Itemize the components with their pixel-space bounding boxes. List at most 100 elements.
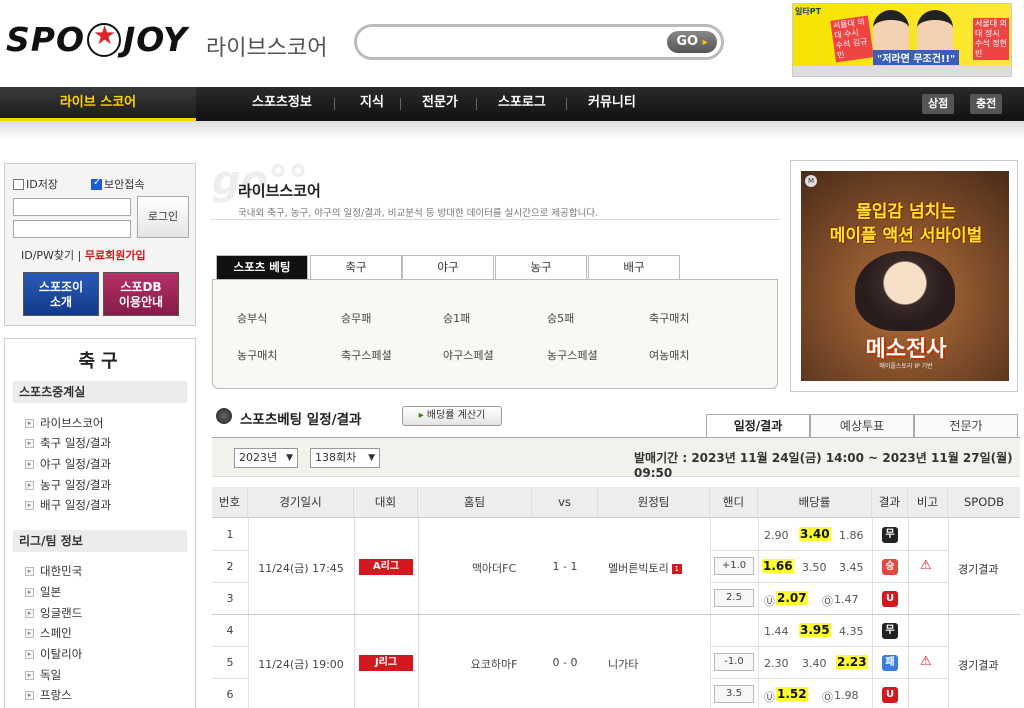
row-number: 1 <box>226 528 234 541</box>
sidebar-item-england[interactable]: ▸ 잉글랜드 <box>25 605 82 621</box>
checkbox-icon <box>13 178 24 190</box>
top-banner-ad[interactable]: 일타PT 서울대 의대 수시 수석 김규민 서울대 의대 정시 수석 정현빈 "… <box>792 3 1012 77</box>
free-join-link[interactable]: 무료회원가입 <box>85 249 146 262</box>
nav-shadow <box>0 121 1024 139</box>
nav-divider <box>476 98 477 110</box>
game-type-link[interactable]: 여농매치 <box>649 347 689 363</box>
nav-item-community[interactable]: 커뮤니티 <box>588 87 636 121</box>
tab-expert[interactable]: 전문가 <box>914 414 1018 438</box>
search-go-button[interactable]: GO ▸ <box>667 31 717 53</box>
tab-soccer[interactable]: 축구 <box>310 255 402 279</box>
save-id-checkbox[interactable]: ID저장 <box>13 176 58 192</box>
odds-under: 2.07 <box>776 591 808 605</box>
game-type-link[interactable]: 승1패 <box>443 310 470 326</box>
game-type-link[interactable]: 승무패 <box>341 310 371 326</box>
odds-draw: 3.40 <box>802 657 827 670</box>
nav-live-score[interactable]: 라이브 스코어 <box>0 87 196 121</box>
odds-calculator-button[interactable]: ▸ 배당률 계산기 <box>402 406 502 426</box>
bullet-arrow-icon: ▸ <box>25 566 34 576</box>
sidebar-item-germany[interactable]: ▸ 독일 <box>25 667 61 683</box>
sidebar-section-relay: 스포츠중계실 <box>13 381 187 403</box>
shop-button[interactable]: 상점 <box>922 94 955 114</box>
col-header-result: 결과 <box>872 487 908 518</box>
row-divider <box>710 550 948 551</box>
user-id-input[interactable] <box>13 198 131 216</box>
nav-item-spolog[interactable]: 스포로그 <box>498 87 546 121</box>
row-divider <box>710 678 948 679</box>
ad-scrollbar[interactable] <box>793 66 1011 76</box>
handicap-value: 3.5 <box>714 685 754 703</box>
tab-sports-betting[interactable]: 스포츠 베팅 <box>216 255 308 279</box>
odds-away: 1.86 <box>839 529 864 542</box>
charge-button[interactable]: 충전 <box>970 94 1003 114</box>
nav-item-sports-info[interactable]: 스포츠정보 <box>252 87 312 121</box>
league-badge[interactable]: J리그 <box>359 655 413 671</box>
sidebar-item-france[interactable]: ▸ 프랑스 <box>25 687 72 703</box>
under-label: Ⓤ <box>764 595 775 608</box>
game-type-link[interactable]: 농구스페셜 <box>547 347 598 363</box>
spojoy-intro-button[interactable]: 스포조이 소개 <box>23 272 99 316</box>
sidebar-item-korea[interactable]: ▸ 대한민국 <box>25 563 82 579</box>
checkbox-checked-icon <box>91 177 102 190</box>
sidebar-item-label: 야구 일정/결과 <box>40 457 112 471</box>
row-divider <box>212 646 248 647</box>
warning-icon[interactable]: ⚠ <box>920 558 932 573</box>
find-id-pw-link[interactable]: ID/PW찾기 <box>21 249 74 262</box>
sidebar-item-baseball-schedule[interactable]: ▸ 야구 일정/결과 <box>25 456 111 472</box>
go-label: GO <box>676 34 699 49</box>
year-select[interactable]: 2023년 ▼ <box>234 448 298 468</box>
spodb-result-link[interactable]: 경기결과 <box>958 561 998 577</box>
league-badge[interactable]: A리그 <box>359 559 413 575</box>
col-divider <box>948 518 949 708</box>
tab-prediction-vote[interactable]: 예상투표 <box>810 414 914 438</box>
game-type-link[interactable]: 농구매치 <box>237 347 277 363</box>
nav-item-expert[interactable]: 전문가 <box>422 87 458 121</box>
password-input[interactable] <box>13 220 131 238</box>
row-divider <box>710 646 948 647</box>
bullet-arrow-icon: ▸ <box>25 587 34 597</box>
tab-basketball[interactable]: 농구 <box>495 255 587 279</box>
tab-schedule-results[interactable]: 일정/결과 <box>706 414 810 438</box>
tab-volleyball[interactable]: 배구 <box>588 255 680 279</box>
sidebar-item-soccer-schedule[interactable]: ▸ 축구 일정/결과 <box>25 435 111 451</box>
sidebar-item-livescore[interactable]: ▸ 라이브스코어 <box>25 415 103 431</box>
bullet-arrow-icon: ▸ <box>25 438 34 448</box>
game-type-link[interactable]: 축구매치 <box>649 310 689 326</box>
col-header-away: 원정팀 <box>598 487 710 518</box>
ad-tag-left: 서울대 의대 수시 수석 김규민 <box>830 15 874 63</box>
sidebar-item-volleyball-schedule[interactable]: ▸ 배구 일정/결과 <box>25 497 111 513</box>
sidebar-item-italy[interactable]: ▸ 이탈리아 <box>25 646 82 662</box>
sidebar-item-spain[interactable]: ▸ 스페인 <box>25 625 72 641</box>
warning-icon[interactable]: ⚠ <box>920 654 932 669</box>
nav-item-knowledge[interactable]: 지식 <box>360 87 384 121</box>
game-type-link[interactable]: 축구스페셜 <box>341 347 392 363</box>
side-banner-ad[interactable]: M 몰입감 넘치는 메이플 액션 서바이벌 메소전사 메이플스토리 IP 기반 <box>790 160 1018 392</box>
away-team[interactable]: 니가타 <box>608 656 710 672</box>
spodb-guide-button[interactable]: 스포DB 이용안내 <box>103 272 179 316</box>
sidebar-item-label: 일본 <box>40 585 62 599</box>
sidebar-title: 축구 <box>78 351 124 372</box>
over-label: Ⓞ <box>822 691 833 704</box>
site-logo[interactable]: SPO JOY <box>6 20 188 59</box>
spodb-result-link[interactable]: 경기결과 <box>958 657 998 673</box>
game-type-link[interactable]: 야구스페셜 <box>443 347 494 363</box>
ad-badge: M <box>805 175 817 187</box>
secure-login-checkbox[interactable]: 보안접속 <box>91 176 144 192</box>
tab-baseball[interactable]: 야구 <box>402 255 494 279</box>
search-input[interactable] <box>371 33 661 53</box>
secure-login-label: 보안접속 <box>104 178 145 191</box>
nav-divider <box>400 98 401 110</box>
col-header-vs: vs <box>532 487 598 518</box>
odds-over: 1.98 <box>834 689 859 702</box>
login-button[interactable]: 로그인 <box>137 196 189 238</box>
game-type-link[interactable]: 승부식 <box>237 310 267 326</box>
sidebar-item-label: 잉글랜드 <box>40 606 83 620</box>
sidebar-item-japan[interactable]: ▸ 일본 <box>25 584 61 600</box>
game-type-link[interactable]: 승5패 <box>547 310 574 326</box>
away-team[interactable]: 멜버른빅토리 1 <box>608 560 710 576</box>
result-badge: U <box>882 591 898 607</box>
round-select[interactable]: 138회차 ▼ <box>310 448 380 468</box>
match-score: 1 - 1 <box>552 560 578 573</box>
sidebar-item-basketball-schedule[interactable]: ▸ 농구 일정/결과 <box>25 477 111 493</box>
col-header-home: 홈팀 <box>418 487 532 518</box>
